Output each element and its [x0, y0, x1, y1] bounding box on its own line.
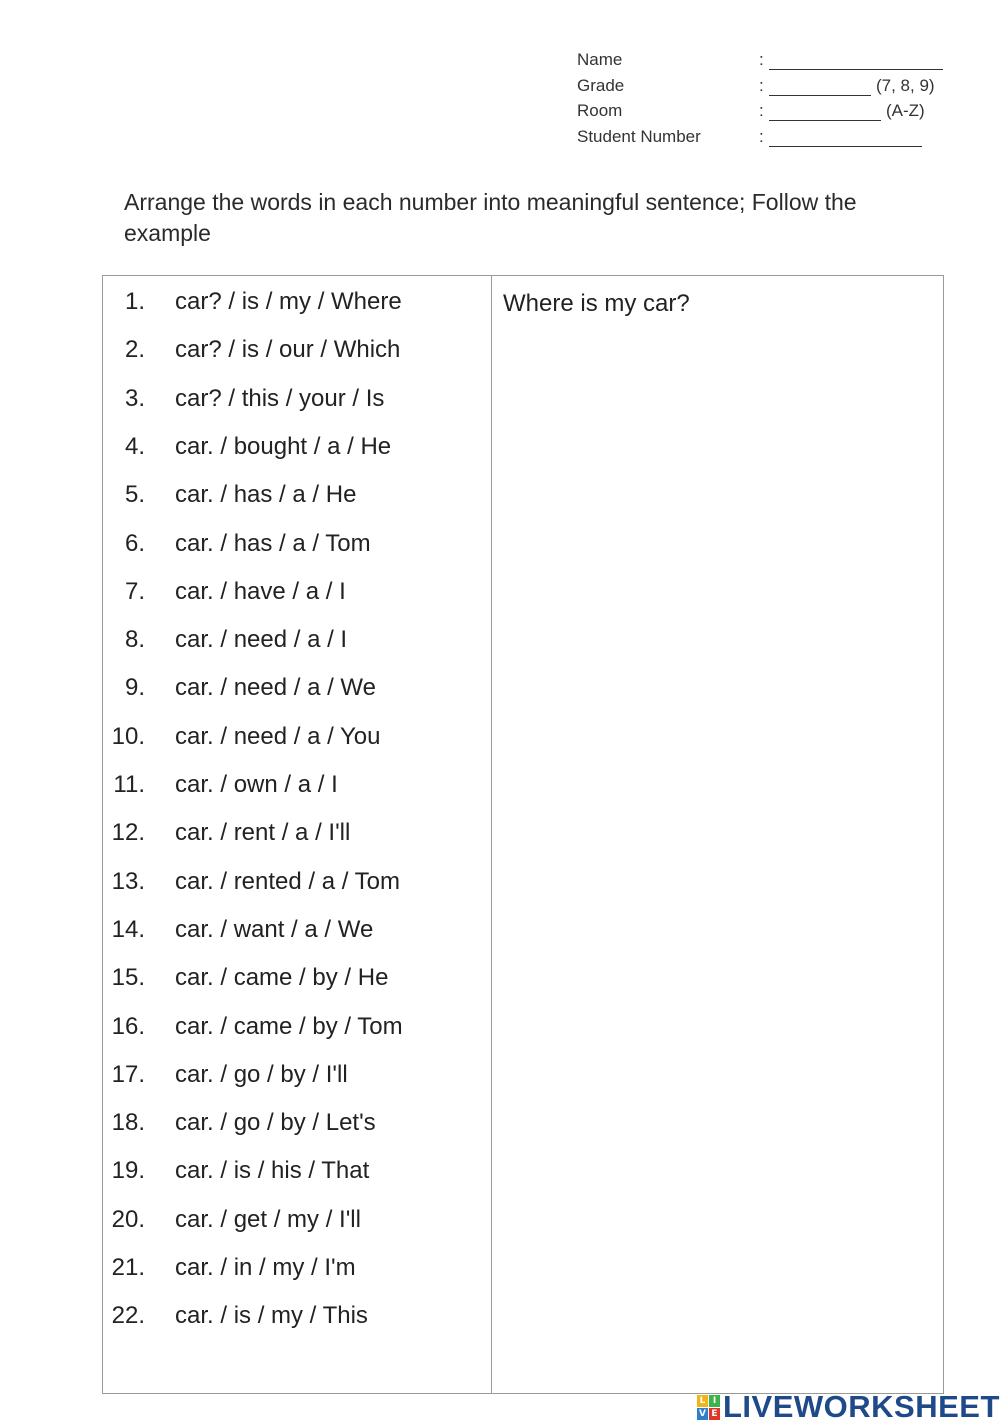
item-words: car. / own / a / I — [175, 771, 338, 798]
item-number: 17. — [111, 1060, 145, 1088]
logo-block-i: I — [709, 1394, 720, 1407]
item-number: 14. — [111, 915, 145, 943]
item-number: 16. — [111, 1012, 145, 1040]
item-words: car. / rent / a / I'll — [175, 819, 351, 847]
item-number: 19. — [111, 1157, 145, 1185]
item-number: 9. — [124, 674, 145, 702]
logo-block-l: L — [697, 1394, 708, 1407]
example-answer: Where is my car? — [503, 290, 690, 317]
student-number-blank[interactable] — [769, 145, 922, 147]
name-blank[interactable] — [769, 69, 943, 70]
logo-icon: L I V E — [697, 1394, 720, 1420]
item-words: car. / want / a / We — [175, 915, 374, 943]
item-number: 13. — [111, 867, 145, 895]
item-number: 8. — [124, 626, 145, 654]
item-number: 4. — [124, 432, 145, 460]
item-words: car. / go / by / Let's — [175, 1109, 376, 1137]
item-words: car. / in / my / I'm — [175, 1254, 356, 1281]
item-words: car. / have / a / I — [175, 577, 346, 605]
grade-blank[interactable] — [769, 94, 871, 96]
grade-hint: (7, 8, 9) — [876, 75, 935, 95]
item-number: 7. — [124, 577, 145, 605]
item-number: 2. — [124, 336, 145, 364]
room-label: Room — [577, 101, 623, 120]
item-words: car. / go / by / I'll — [175, 1060, 348, 1088]
item-number: 18. — [111, 1109, 145, 1137]
item-words: car. / rented / a / Tom — [175, 867, 400, 895]
room-colon: : — [759, 101, 764, 120]
item-words: car. / is / my / This — [175, 1302, 368, 1330]
item-number: 20. — [111, 1205, 145, 1233]
name-colon: : — [759, 50, 764, 69]
room-blank[interactable] — [769, 120, 881, 121]
grade-label: Grade — [577, 75, 625, 95]
item-words: car. / is / his / That — [175, 1157, 370, 1185]
item-words: car. / has / a / Tom — [175, 529, 371, 557]
item-words: car. / came / by / He — [175, 964, 389, 992]
item-number: 1. — [124, 288, 145, 315]
item-number: 11. — [113, 771, 145, 798]
item-words: car. / need / a / We — [175, 674, 376, 702]
item-words: car. / need / a / I — [175, 626, 348, 654]
item-number: 15. — [111, 964, 145, 992]
answer-area[interactable] — [493, 326, 943, 1393]
item-words: car. / need / a / You — [175, 722, 381, 750]
logo-text: LIVEWORKSHEETS — [723, 1389, 1000, 1424]
instructions: Arrange the words in each number into me… — [124, 189, 857, 246]
item-number: 5. — [124, 481, 145, 509]
column-divider — [491, 276, 492, 1393]
item-words: car? / this / your / Is — [175, 384, 385, 412]
student-number-label: Student Number — [577, 126, 701, 146]
item-words: car. / came / by / Tom — [175, 1012, 403, 1040]
item-words: car? / is / my / Where — [175, 288, 402, 315]
student-number-colon: : — [759, 126, 764, 146]
item-words: car. / bought / a / He — [175, 432, 392, 460]
exercise-table: 1. car? / is / my / Where 2. car? / is / ou… — [102, 275, 944, 1394]
item-words: car. / has / a / He — [175, 481, 357, 509]
item-number: 22. — [111, 1302, 145, 1330]
logo-block-v: V — [697, 1407, 708, 1420]
item-number: 21. — [111, 1254, 145, 1281]
room-hint: (A-Z) — [886, 101, 925, 120]
item-words: car? / is / our / Which — [175, 336, 401, 364]
item-number: 10. — [111, 722, 145, 750]
name-label: Name — [577, 50, 623, 69]
logo-block-e: E — [709, 1407, 720, 1420]
item-number: 6. — [124, 529, 145, 557]
item-words: car. / get / my / I'll — [175, 1205, 361, 1233]
grade-colon: : — [759, 75, 764, 95]
item-number: 3. — [124, 384, 145, 412]
item-number: 12. — [111, 819, 145, 847]
liveworksheets-logo: L I V E LIVEWORKSHEETS — [697, 1389, 1000, 1424]
